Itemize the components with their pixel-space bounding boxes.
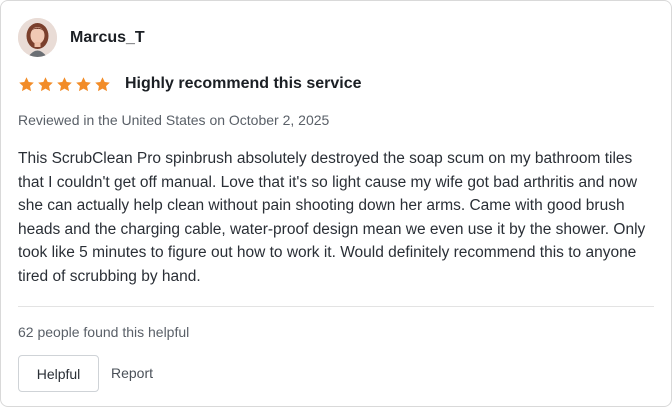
reviewer-header: Marcus_T xyxy=(18,18,145,57)
star-icon xyxy=(76,76,91,91)
review-meta: Reviewed in the United States on October… xyxy=(18,112,330,128)
review-card: Marcus_T Highly recommend this service R… xyxy=(0,0,672,407)
divider xyxy=(18,306,654,307)
review-title[interactable]: Highly recommend this service xyxy=(125,75,362,93)
helpful-count: 62 people found this helpful xyxy=(18,324,190,340)
review-body: This ScrubClean Pro spinbrush absolutely… xyxy=(18,150,646,285)
star-rating xyxy=(18,76,111,93)
helpful-button[interactable]: Helpful xyxy=(18,355,99,392)
star-icon xyxy=(95,76,110,91)
star-icon xyxy=(19,76,34,91)
rating-title-row: Highly recommend this service xyxy=(18,75,362,93)
star-icon xyxy=(38,76,53,91)
avatar-portrait-icon xyxy=(18,18,57,57)
avatar xyxy=(18,18,57,57)
star-icon xyxy=(57,76,72,91)
report-link[interactable]: Report xyxy=(111,365,153,381)
reviewer-name[interactable]: Marcus_T xyxy=(70,29,145,47)
